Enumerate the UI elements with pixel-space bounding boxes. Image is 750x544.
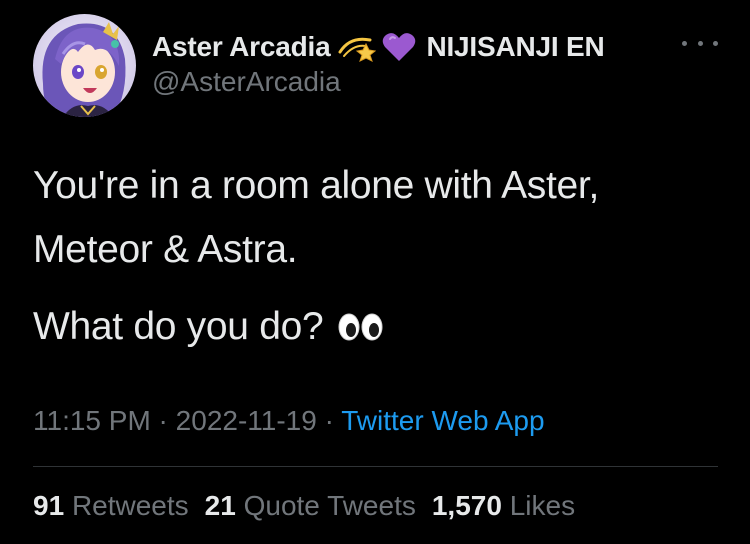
tweet-source-link[interactable]: Twitter Web App — [341, 405, 544, 436]
tweet-stats: 91 Retweets 21 Quote Tweets 1,570 Likes — [33, 490, 575, 522]
quote-tweets-label: Quote Tweets — [243, 490, 416, 521]
display-name[interactable]: Aster Arcadia — [152, 31, 331, 63]
affiliation-label: NIJISANJI EN — [426, 31, 605, 62]
divider — [33, 466, 718, 467]
dizzy-star-icon — [336, 30, 377, 64]
more-options-icon[interactable] — [682, 33, 718, 53]
tweet-meta: 11:15 PM · 2022-11-19 · Twitter Web App — [33, 405, 545, 437]
eyes-icon — [337, 312, 385, 342]
likes-label: Likes — [509, 490, 576, 521]
retweets-label: Retweets — [71, 490, 189, 521]
quote-tweets-stat[interactable]: 21 Quote Tweets — [205, 490, 416, 522]
tweet-date[interactable]: 2022-11-19 — [176, 405, 317, 436]
likes-stat[interactable]: 1,570 Likes — [432, 490, 575, 522]
quote-tweets-count: 21 — [204, 490, 236, 521]
tweet-time[interactable]: 11:15 PM — [33, 405, 151, 436]
author-name-row: Aster Arcadia NIJISANJI EN — [152, 29, 605, 65]
retweets-stat[interactable]: 91 Retweets — [33, 490, 189, 522]
tweet-text-line-1: You're in a room alone with Aster, — [33, 164, 599, 207]
avatar[interactable] — [33, 14, 136, 117]
purple-heart-icon — [382, 31, 416, 63]
tweet-text-line-3: What do you do? — [33, 305, 385, 349]
meta-separator: · — [150, 405, 176, 436]
avatar-image — [33, 14, 136, 117]
tweet-question: What do you do? — [33, 305, 324, 348]
meta-separator: · — [316, 405, 342, 436]
likes-count: 1,570 — [431, 490, 502, 521]
tweet-text-line-2: Meteor & Astra. — [33, 228, 298, 271]
retweets-count: 91 — [33, 490, 65, 521]
author-handle[interactable]: @AsterArcadia — [152, 66, 341, 98]
